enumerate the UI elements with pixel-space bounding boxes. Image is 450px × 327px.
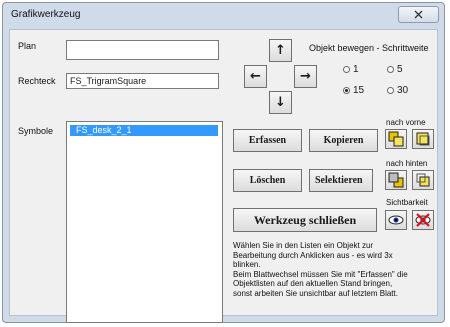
- help-line: Wählen Sie in den Listen ein Objekt zur: [233, 241, 374, 250]
- symbole-listbox[interactable]: FS_desk_2_1: [66, 121, 223, 323]
- dialog-body: Plan Rechteck FS_TrigramSquare Symbole F…: [9, 29, 438, 323]
- arrow-right-icon: →: [300, 69, 311, 84]
- help-line: sonst arbeiten Sie unsichtbar auf letzte…: [233, 288, 398, 298]
- rechteck-label: Rechteck: [18, 76, 56, 86]
- send-to-back-button[interactable]: [385, 170, 407, 190]
- close-icon: [414, 10, 423, 19]
- erfassen-button[interactable]: Erfassen: [233, 129, 302, 152]
- bring-to-front-icon: [388, 131, 404, 147]
- send-backward-button[interactable]: [412, 170, 434, 190]
- step-radio-30[interactable]: 30: [387, 85, 408, 96]
- move-heading: Objekt bewegen - Schrittweite: [309, 43, 429, 53]
- move-left-button[interactable]: ←: [244, 65, 267, 88]
- radio-icon: [387, 87, 394, 94]
- loeschen-button[interactable]: Löschen: [233, 169, 302, 192]
- bring-forward-button[interactable]: [412, 129, 434, 149]
- help-text: Wählen Sie in den Listen ein Objekt zur …: [233, 241, 435, 298]
- move-right-button[interactable]: →: [294, 65, 317, 88]
- help-line: blinken.: [233, 260, 261, 269]
- radio-selected-icon: [343, 87, 350, 94]
- move-up-button[interactable]: ↑: [269, 39, 292, 62]
- arrow-left-icon: ←: [250, 69, 261, 84]
- dialog-window: Grafikwerkzeug Plan Rechteck FS_TrigramS…: [2, 2, 445, 323]
- send-to-back-icon: [388, 172, 404, 188]
- eye-icon: [388, 215, 404, 225]
- list-item[interactable]: FS_desk_2_1: [69, 124, 219, 137]
- radio-icon: [343, 66, 350, 73]
- sichtbarkeit-label: Sichtbarkeit: [386, 198, 428, 207]
- nach-hinten-label: nach hinten: [386, 159, 428, 168]
- send-backward-icon: [416, 173, 430, 187]
- window-title: Grafikwerkzeug: [11, 9, 81, 20]
- step-radio-5[interactable]: 5: [387, 64, 403, 75]
- hide-button[interactable]: [412, 210, 434, 230]
- plan-label: Plan: [18, 41, 37, 51]
- plan-field[interactable]: [66, 40, 219, 60]
- rechteck-field[interactable]: FS_TrigramSquare: [66, 73, 219, 89]
- werkzeug-schliessen-button[interactable]: Werkzeug schließen: [233, 208, 377, 232]
- bring-to-front-button[interactable]: [385, 129, 407, 149]
- symbole-label: Symbole: [18, 126, 54, 136]
- help-line: Beim Blattwechsel müssen Sie mit "Erfass…: [233, 269, 408, 279]
- help-line: Bearbeitung durch Anklicken aus - es wir…: [233, 250, 393, 260]
- selektieren-button[interactable]: Selektieren: [309, 169, 373, 192]
- title-bar[interactable]: Grafikwerkzeug: [3, 3, 444, 27]
- bring-forward-icon: [416, 132, 430, 146]
- nach-vorne-label: nach vorne: [386, 118, 426, 127]
- eye-crossed-icon: [415, 213, 431, 227]
- arrow-down-icon: ↓: [275, 95, 286, 110]
- close-button[interactable]: [398, 6, 439, 23]
- move-down-button[interactable]: ↓: [269, 91, 292, 114]
- step-radio-15[interactable]: 15: [343, 85, 364, 96]
- show-button[interactable]: [385, 210, 407, 230]
- radio-icon: [387, 66, 394, 73]
- kopieren-button[interactable]: Kopieren: [309, 129, 378, 152]
- arrow-up-icon: ↑: [275, 43, 286, 58]
- step-radio-1[interactable]: 1: [343, 64, 359, 75]
- help-line: Objektlisten auf den aktuellen Stand bri…: [233, 279, 393, 288]
